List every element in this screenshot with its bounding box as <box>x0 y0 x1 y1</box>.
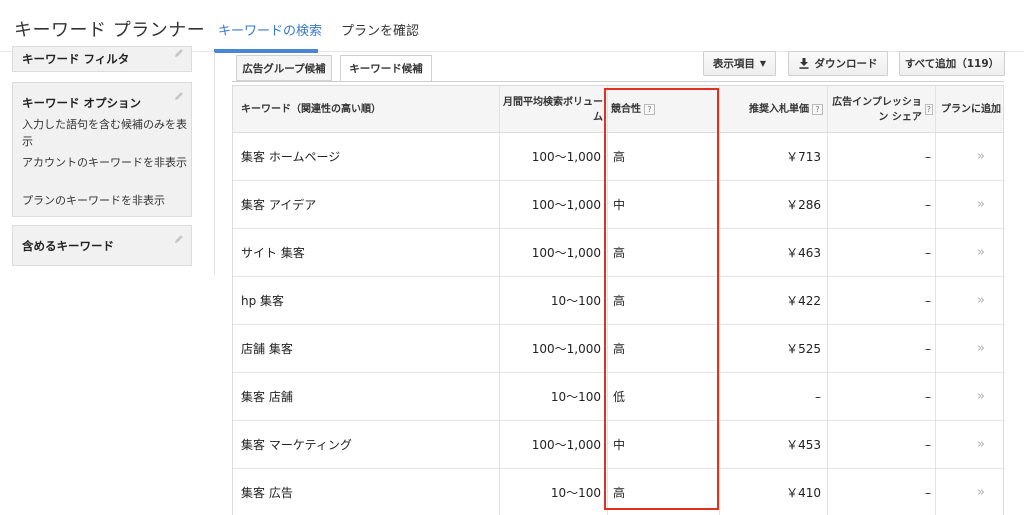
sidebar-divider <box>214 52 215 275</box>
app-title: キーワード プランナー <box>14 20 206 41</box>
competition-cell: 高 <box>613 342 626 356</box>
header-impression-share[interactable]: 広告インプレッション シェア ? <box>831 86 933 133</box>
impression-share-cell: – <box>925 293 931 308</box>
add-to-plan-icon[interactable]: » <box>961 469 1001 515</box>
bid-cell: ￥410 <box>786 486 821 500</box>
keyword-cell: 集客 アイデア <box>241 198 317 212</box>
volume-cell: 100〜1,000 <box>531 150 601 164</box>
keyword-cell: 集客 マーケティング <box>241 438 352 452</box>
table-row: 集客 ホームページ 100〜1,000 高 ￥713 – » <box>233 133 1003 181</box>
bid-cell: ￥453 <box>786 438 821 452</box>
keyword-filter-panel[interactable]: キーワード フィルタ <box>12 46 192 72</box>
table-row: 集客 店舗 10〜100 低 – – » <box>233 373 1003 421</box>
header-monthly-volume[interactable]: 月間平均検索ボリューム <box>501 86 603 133</box>
keyword-options-title: キーワード オプション <box>22 96 142 110</box>
pencil-icon[interactable] <box>173 233 185 245</box>
table-header: キーワード（関連性の高い順） 月間平均検索ボリューム 競合性 ? 推奨入札単価 … <box>233 85 1003 133</box>
table-row: 店舗 集客 100〜1,000 高 ￥525 – » <box>233 325 1003 373</box>
impression-share-cell: – <box>925 197 931 212</box>
bid-cell: ￥286 <box>786 198 821 212</box>
table-row: 集客 アイデア 100〜1,000 中 ￥286 – » <box>233 181 1003 229</box>
competition-cell: 高 <box>613 486 626 500</box>
header-monthly-volume-label: 月間平均検索ボリューム <box>503 96 603 123</box>
header-competition-label: 競合性 <box>611 104 641 115</box>
keyword-ideas-table: キーワード（関連性の高い順） 月間平均検索ボリューム 競合性 ? 推奨入札単価 … <box>232 85 1004 515</box>
header-impression-share-label: 広告インプレッション シェア <box>832 96 922 123</box>
header-add-to-plan: プランに追加 <box>941 104 1001 115</box>
help-icon[interactable]: ? <box>812 104 823 115</box>
active-tab-indicator <box>214 49 318 53</box>
subtab-baseline <box>232 81 1004 82</box>
tab-review-plan[interactable]: プランを確認 <box>341 20 419 39</box>
keyword-cell: 集客 広告 <box>241 486 293 500</box>
volume-cell: 10〜100 <box>550 486 601 500</box>
keyword-cell: 集客 店舗 <box>241 390 293 404</box>
header-suggested-bid-label: 推奨入札単価 <box>749 104 809 115</box>
header-keyword[interactable]: キーワード（関連性の高い順） <box>241 86 481 133</box>
top-bar: キーワード プランナー キーワードの検索 プランを確認 <box>0 0 1024 53</box>
download-button-label: ダウンロード <box>814 58 878 70</box>
header-suggested-bid[interactable]: 推奨入札単価 ? <box>719 86 823 133</box>
volume-cell: 100〜1,000 <box>531 342 601 356</box>
keyword-cell: hp 集客 <box>241 294 285 308</box>
bid-cell: ￥525 <box>786 342 821 356</box>
option-hide-account-keywords[interactable]: アカウントのキーワードを非表示 <box>22 154 192 171</box>
keyword-cell: 集客 ホームページ <box>241 150 341 164</box>
add-to-plan-icon[interactable]: » <box>961 133 1001 180</box>
impression-share-cell: – <box>925 341 931 356</box>
impression-share-cell: – <box>925 389 931 404</box>
competition-cell: 低 <box>613 390 626 404</box>
volume-cell: 100〜1,000 <box>531 246 601 260</box>
header-competition[interactable]: 競合性 ? <box>611 86 711 133</box>
bid-cell: ￥463 <box>786 246 821 260</box>
table-row: 集客 マーケティング 100〜1,000 中 ￥453 – » <box>233 421 1003 469</box>
subtab-ad-group-ideas[interactable]: 広告グループ候補 <box>236 55 332 81</box>
bid-cell: – <box>815 389 821 404</box>
competition-cell: 高 <box>613 150 626 164</box>
competition-cell: 高 <box>613 294 626 308</box>
pencil-icon[interactable] <box>173 90 185 102</box>
competition-cell: 高 <box>613 246 626 260</box>
subtab-keyword-ideas[interactable]: キーワード候補 <box>340 55 432 82</box>
help-icon[interactable]: ? <box>924 104 933 115</box>
option-hide-plan-keywords[interactable]: プランのキーワードを非表示 <box>22 192 192 209</box>
pencil-icon[interactable] <box>173 47 185 59</box>
include-keywords-panel[interactable]: 含めるキーワード <box>12 225 192 266</box>
download-button[interactable]: ダウンロード <box>788 51 888 76</box>
download-icon <box>799 58 808 69</box>
tab-keyword-search[interactable]: キーワードの検索 <box>218 20 322 39</box>
keyword-cell: 店舗 集客 <box>241 342 293 356</box>
volume-cell: 10〜100 <box>550 294 601 308</box>
volume-cell: 10〜100 <box>550 390 601 404</box>
columns-button-label: 表示項目 <box>712 58 755 70</box>
add-to-plan-icon[interactable]: » <box>961 373 1001 420</box>
impression-share-cell: – <box>925 149 931 164</box>
keyword-options-panel: キーワード オプション 入力した語句を含む候補のみを表示 アカウントのキーワード… <box>12 82 192 217</box>
add-to-plan-icon[interactable]: » <box>961 229 1001 276</box>
impression-share-cell: – <box>925 245 931 260</box>
table-row: hp 集客 10〜100 高 ￥422 – » <box>233 277 1003 325</box>
help-icon[interactable]: ? <box>644 104 655 115</box>
volume-cell: 100〜1,000 <box>531 438 601 452</box>
competition-cell: 中 <box>613 438 626 452</box>
include-keywords-title: 含めるキーワード <box>22 239 114 253</box>
keyword-filter-title: キーワード フィルタ <box>22 52 130 66</box>
impression-share-cell: – <box>925 485 931 500</box>
add-to-plan-icon[interactable]: » <box>961 181 1001 228</box>
competition-cell: 中 <box>613 198 626 212</box>
add-to-plan-icon[interactable]: » <box>961 325 1001 372</box>
add-all-button[interactable]: すべて追加（119） <box>899 51 1005 76</box>
table-row: 集客 広告 10〜100 高 ￥410 – » <box>233 469 1003 515</box>
volume-cell: 100〜1,000 <box>531 198 601 212</box>
option-include-terms-only[interactable]: 入力した語句を含む候補のみを表示 <box>22 116 192 150</box>
table-row: サイト 集客 100〜1,000 高 ￥463 – » <box>233 229 1003 277</box>
bid-cell: ￥713 <box>786 150 821 164</box>
keyword-cell: サイト 集客 <box>241 246 305 260</box>
add-to-plan-icon[interactable]: » <box>961 277 1001 324</box>
impression-share-cell: – <box>925 437 931 452</box>
columns-button[interactable]: 表示項目 ▼ <box>703 51 776 76</box>
bid-cell: ￥422 <box>786 294 821 308</box>
dropdown-arrow-icon: ▼ <box>759 59 767 68</box>
add-to-plan-icon[interactable]: » <box>961 421 1001 468</box>
